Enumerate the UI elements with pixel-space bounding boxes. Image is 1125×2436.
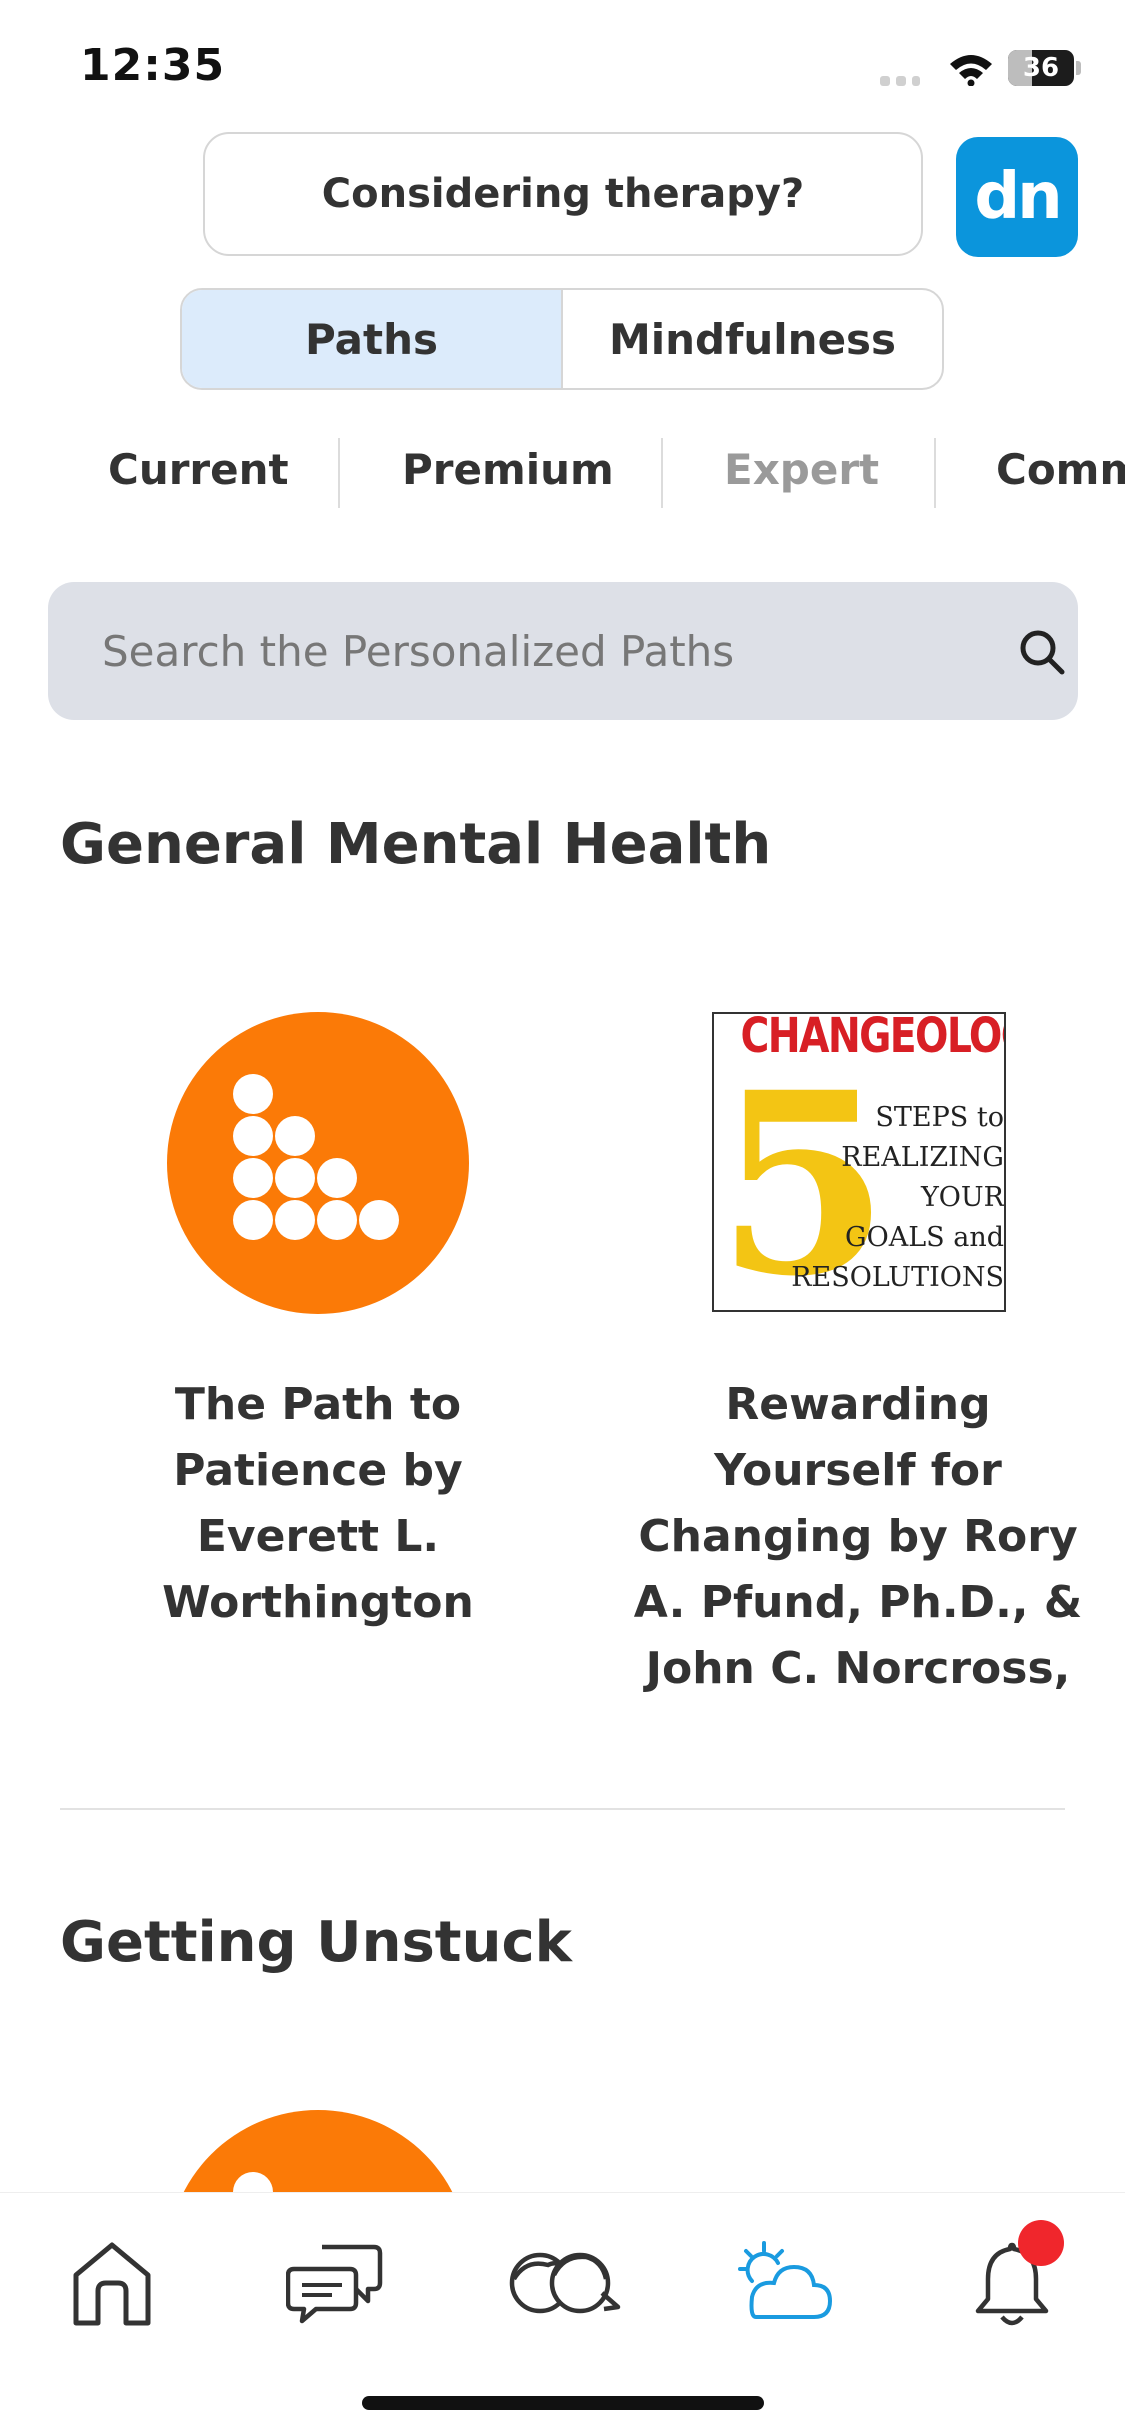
status-time: 12:35 [80, 40, 226, 91]
wifi-icon [950, 55, 992, 86]
search-input[interactable] [102, 582, 982, 720]
card-title-line: The Path to [174, 1379, 462, 1430]
tab-divider [934, 438, 936, 508]
battery-icon: 36 [1008, 50, 1082, 86]
section-title: General Mental Health [60, 812, 772, 877]
tab-divider [661, 438, 663, 508]
section-divider [60, 1808, 1065, 1810]
segment-paths[interactable]: Paths [182, 290, 563, 388]
weather-icon[interactable] [734, 2233, 834, 2333]
battery-level: 36 [1022, 53, 1060, 83]
path-card-rewarding[interactable]: Rewarding Yourself for Changing by Rory … [628, 1372, 1088, 1702]
search-bar [48, 582, 1078, 720]
segment-mindfulness[interactable]: Mindfulness [563, 290, 942, 388]
card-title-line: Worthington [162, 1577, 474, 1628]
home-indicator [362, 2396, 764, 2410]
status-bar: 12:35 36 [0, 0, 1125, 130]
tab-community[interactable]: Comm [996, 430, 1125, 510]
chat-icon[interactable] [286, 2233, 386, 2333]
section-title: Getting Unstuck [60, 1910, 572, 1975]
considering-therapy-button[interactable]: Considering therapy? [203, 132, 923, 256]
search-icon[interactable] [1016, 626, 1068, 678]
path-card-patience[interactable]: The Path to Patience by Everett L. Worth… [88, 1372, 548, 1636]
card-title-line: Yourself for [714, 1445, 1002, 1496]
card-title-line: Everett L. [196, 1511, 440, 1562]
category-tabs: Current Premium Expert Comm [0, 430, 1125, 510]
tab-divider [338, 438, 340, 508]
tab-expert[interactable]: Expert [724, 430, 879, 510]
paths-mindfulness-toggle: Paths Mindfulness [180, 288, 944, 390]
home-icon[interactable] [62, 2233, 162, 2333]
cellular-signal-icon [880, 72, 930, 86]
card-title-line: Rewarding [725, 1379, 991, 1430]
path-logo-image[interactable] [167, 1012, 469, 1314]
profile-avatar[interactable]: dn [956, 137, 1078, 257]
book-cover-subtitle: STEPS to REALIZING YOUR GOALS and RESOLU… [791, 1102, 1004, 1293]
tab-premium[interactable]: Premium [402, 430, 614, 510]
card-title-line: A. Pfund, Ph.D., & [633, 1577, 1083, 1628]
card-title-line: Changing by Rory [638, 1511, 1078, 1562]
card-title-line: John C. Norcross, [645, 1643, 1071, 1694]
community-icon[interactable] [502, 2233, 624, 2333]
card-title-line: Patience by [173, 1445, 463, 1496]
book-cover-image[interactable]: CHANGEOLOGY 5 STEPS to REALIZING YOUR GO… [712, 1012, 1006, 1312]
tab-current[interactable]: Current [108, 430, 289, 510]
notification-badge [1018, 2220, 1064, 2266]
